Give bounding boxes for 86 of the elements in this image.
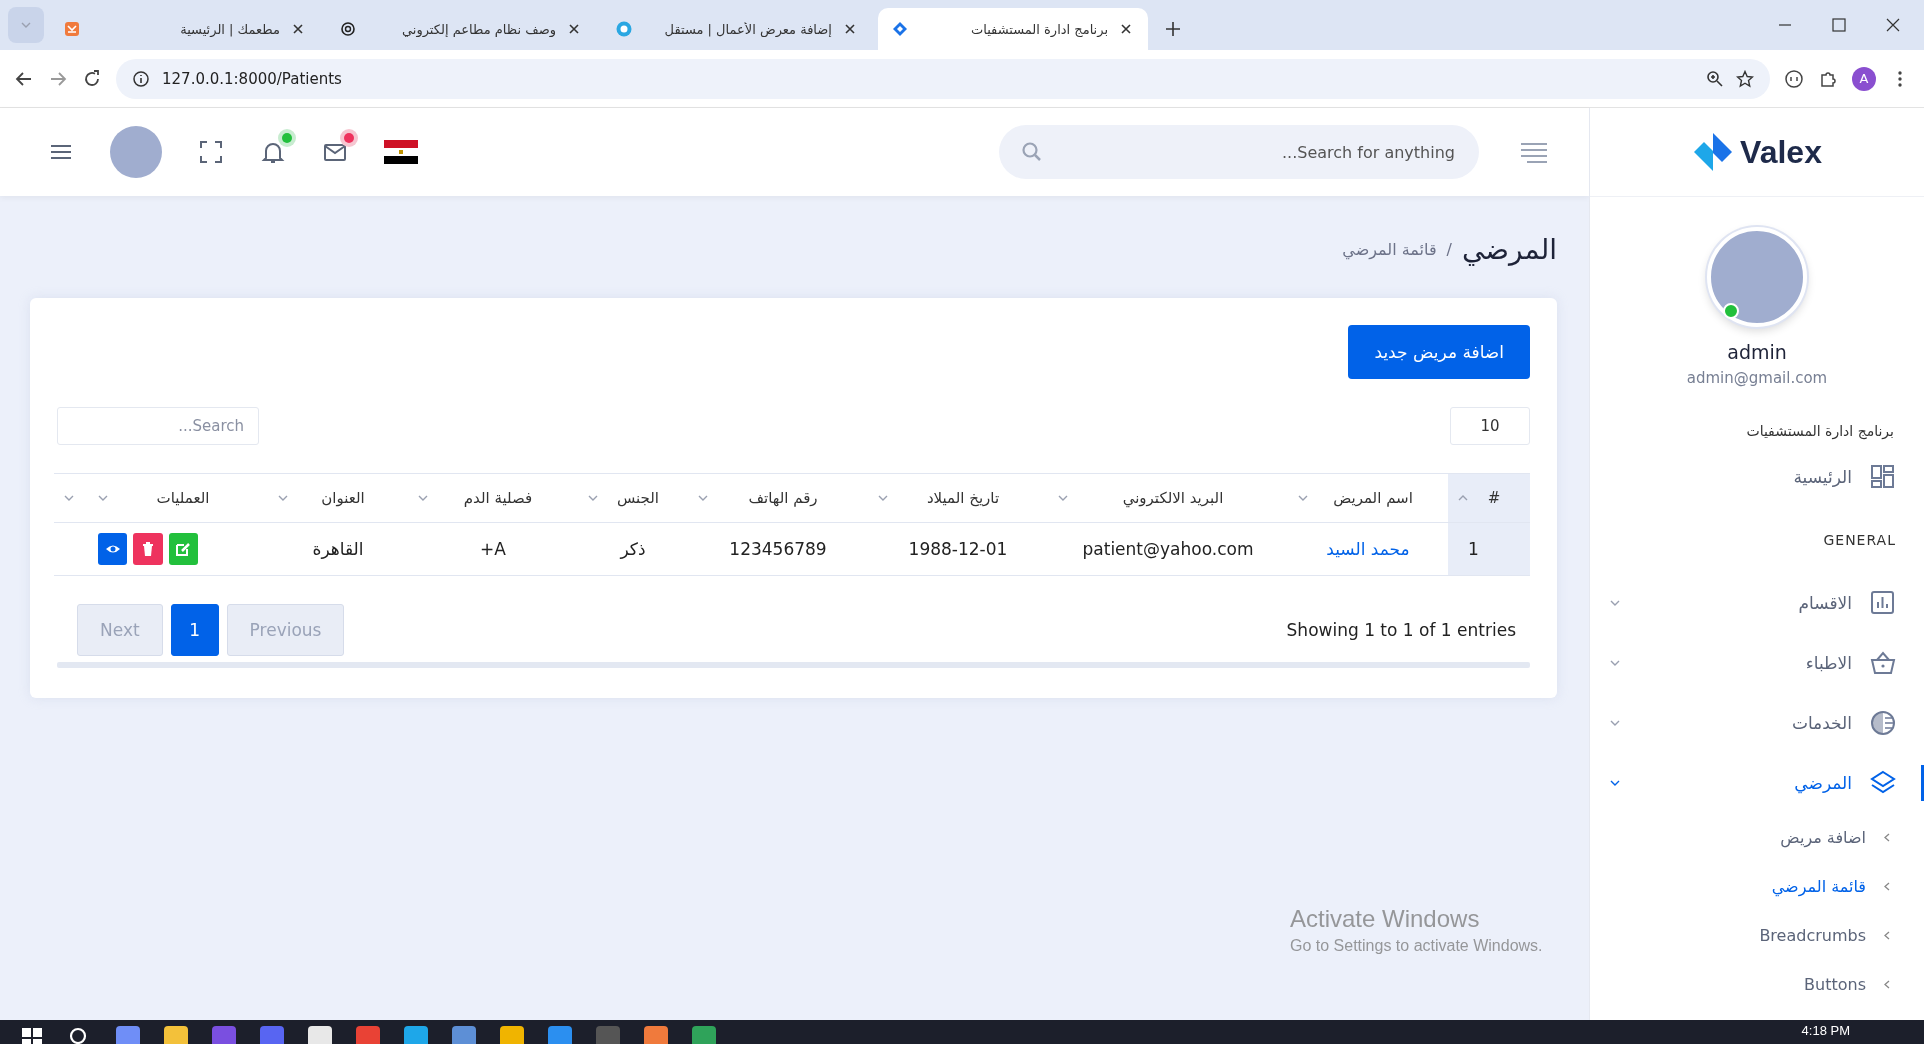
column-header[interactable]: فصلية الدم — [428, 489, 568, 507]
flag-icon[interactable] — [384, 140, 418, 164]
address-bar[interactable]: 127.0.0.1:8000/Patients — [116, 58, 1770, 99]
entries-info: Showing 1 to 1 of 1 entries — [1286, 620, 1516, 640]
column-header[interactable]: البريد الالكتروني — [1068, 489, 1278, 507]
active-indicator — [1921, 765, 1924, 801]
breadcrumb[interactable]: قائمة المرضي — [1342, 239, 1437, 259]
breadcrumb-separator: / — [1446, 239, 1452, 259]
chevron-down-icon — [1610, 720, 1620, 726]
star-icon[interactable] — [1736, 69, 1754, 88]
chevron-left-icon — [1884, 833, 1890, 842]
nav-section-heading: GENERAL — [1822, 531, 1896, 550]
nav-item[interactable]: الاطباء — [1610, 633, 1896, 693]
table-cell: 123456789 — [729, 539, 827, 559]
table-cell: ذكر — [620, 539, 646, 559]
profile-avatar[interactable]: A — [1852, 66, 1876, 91]
tab-favicon-icon — [64, 21, 80, 37]
column-header[interactable]: الجنس — [598, 489, 678, 507]
nav-item[interactable]: الخدمات — [1610, 693, 1896, 753]
view-button[interactable] — [98, 533, 128, 565]
extension-icon[interactable] — [1784, 68, 1804, 89]
patient-name-link[interactable]: محمد السيد — [1326, 539, 1410, 559]
nav-item[interactable]: الاقسام — [1610, 573, 1896, 633]
basket-icon — [1870, 651, 1896, 674]
bar-chart-icon — [1871, 591, 1894, 614]
nav-subitem[interactable]: Breadcrumbs — [1610, 911, 1896, 960]
add-patient-button[interactable]: اضافة مريض جديد — [1348, 325, 1530, 379]
chevron-down-icon — [21, 22, 31, 28]
column-header[interactable]: تاريخ الميلاد — [888, 489, 1038, 507]
chevron-left-icon — [1884, 931, 1890, 940]
nav-subitem[interactable]: اضافة مريض — [1610, 813, 1896, 862]
status-dot — [344, 133, 354, 143]
browser-tab[interactable]: إضافة معرض الأعمال | مستقل — [602, 8, 872, 50]
search-icon — [1021, 141, 1043, 163]
info-icon[interactable] — [132, 69, 150, 88]
app-title: برنامج ادارة المستشفيات — [1745, 422, 1895, 442]
zoom-icon[interactable] — [1706, 69, 1724, 88]
page-title: المرضي — [1461, 232, 1557, 266]
start-icon[interactable] — [20, 1026, 44, 1044]
tab-favicon-icon — [340, 21, 356, 37]
search-field[interactable]: Search... — [57, 407, 259, 445]
reload-icon[interactable] — [82, 68, 102, 89]
nav-subitem[interactable]: Buttons — [1610, 960, 1896, 1009]
logo-icon — [1692, 131, 1735, 173]
column-header[interactable]: اسم المريض — [1308, 489, 1438, 507]
table-cell: patient@yahoo.com — [1082, 539, 1254, 559]
browser-tab[interactable]: وصف نظام مطاعم إلكتروني — [326, 8, 596, 50]
browser-tab[interactable]: مطعمك | الرئيسية — [50, 8, 320, 50]
column-header[interactable]: رقم الهاتف — [708, 489, 858, 507]
pagination-button[interactable]: 1 — [170, 604, 219, 656]
pie-icon — [1871, 711, 1895, 735]
table-cell: القاهرة — [312, 539, 364, 559]
chevron-down-icon — [1610, 660, 1620, 666]
table-cell: 1988-12-01 — [908, 539, 1008, 559]
chevron-left-icon — [1884, 980, 1890, 989]
nav-item[interactable]: الرئيسية — [1610, 447, 1896, 507]
clock: 4:18 PM — [1801, 1023, 1851, 1038]
tab-favicon-icon — [616, 21, 632, 37]
page-length-select[interactable]: 10 — [1450, 407, 1530, 445]
status-dot — [282, 133, 292, 143]
chevron-down-icon — [1610, 600, 1620, 606]
edit-icon — [175, 541, 192, 557]
delete-button[interactable] — [133, 533, 163, 565]
activation-notice-title: Activate Windows — [1290, 905, 1481, 933]
table-cell: A+ — [480, 539, 506, 559]
maximize-icon[interactable] — [1832, 18, 1846, 32]
activation-notice-text: Go to Settings to activate Windows. — [1290, 937, 1544, 955]
user-email: admin@gmail.com — [1686, 369, 1828, 387]
browser-tab[interactable]: برنامج ادارة المستشفيات — [878, 8, 1148, 50]
layers-icon — [1870, 770, 1896, 794]
table-cell: 1 — [1468, 539, 1479, 559]
nav-subitem[interactable]: قائمة المرضي — [1610, 862, 1896, 911]
tab-favicon-icon — [892, 21, 908, 37]
search-bar[interactable]: Search for anything... — [999, 125, 1479, 179]
logo-text: Valex — [1740, 133, 1822, 171]
new-tab-icon[interactable] — [1164, 20, 1182, 38]
column-header[interactable]: العمليات — [108, 489, 258, 507]
grid-icon — [1871, 465, 1894, 488]
trash-icon — [140, 541, 156, 557]
close-icon[interactable] — [1886, 18, 1900, 32]
chevron-left-icon — [1884, 882, 1890, 891]
search-field[interactable]: Search for anything... — [1053, 141, 1457, 163]
column-header[interactable]: العنوان — [288, 489, 398, 507]
nav-item[interactable]: المرضي — [1610, 753, 1896, 813]
fullscreen-icon[interactable] — [198, 139, 224, 165]
user-name: admin — [1727, 341, 1787, 363]
